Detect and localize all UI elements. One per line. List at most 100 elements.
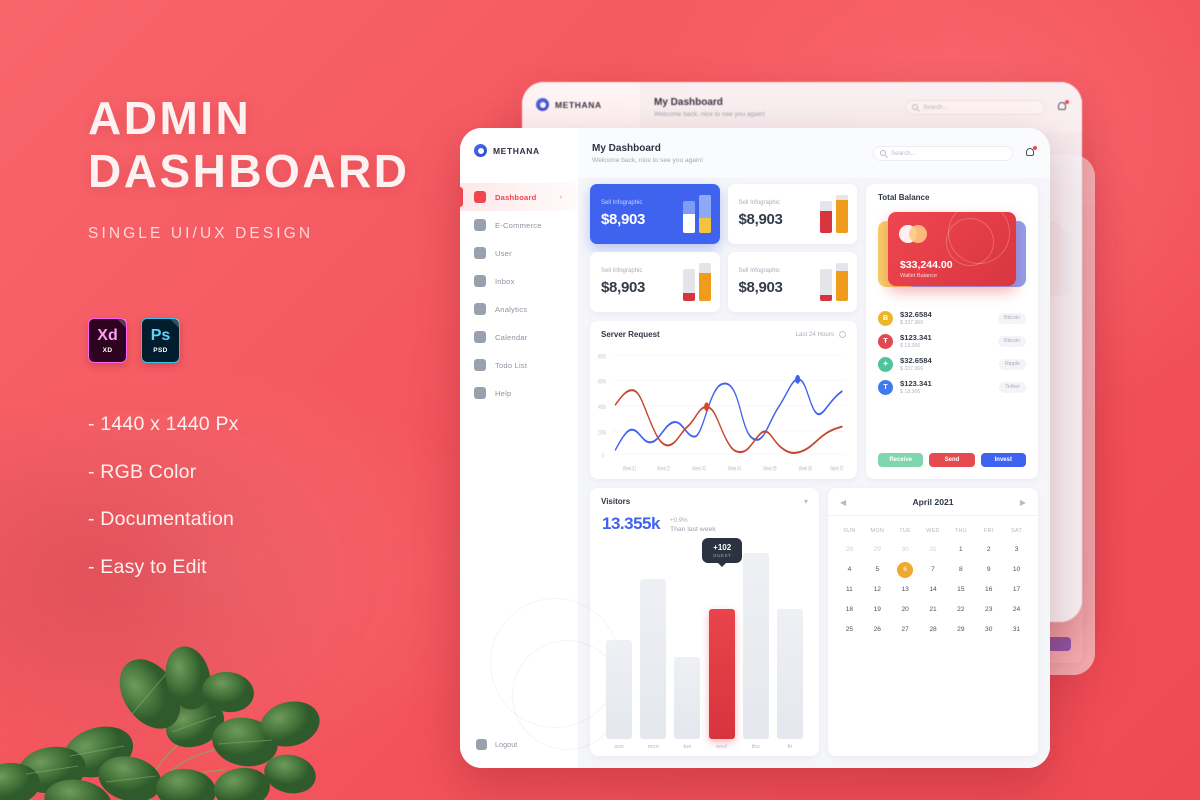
search-input[interactable]: Search... bbox=[873, 145, 1013, 161]
calendar-day[interactable]: 9 bbox=[975, 560, 1002, 579]
calendar-day[interactable]: 26 bbox=[864, 620, 891, 639]
invest-button[interactable]: Invest bbox=[980, 453, 1026, 467]
bar-column[interactable]: fri bbox=[775, 534, 805, 750]
chevron-down-icon[interactable]: ▾ bbox=[804, 497, 808, 506]
calendar-day[interactable]: 25 bbox=[836, 620, 863, 639]
calendar-day[interactable]: 13 bbox=[892, 580, 919, 599]
calendar-day[interactable]: 12 bbox=[864, 580, 891, 599]
bar-column[interactable]: tue bbox=[672, 534, 702, 750]
bar-column[interactable]: mon bbox=[638, 534, 668, 750]
mail-icon bbox=[474, 275, 486, 287]
sidebar-item-label: Todo List bbox=[495, 360, 528, 370]
calendar-day[interactable]: 29 bbox=[947, 620, 974, 639]
calendar-day[interactable]: 21 bbox=[920, 600, 947, 619]
checklist-icon bbox=[474, 359, 486, 371]
credit-card-primary[interactable]: $33,244.00 Wallet Balance bbox=[888, 212, 1016, 286]
bar-column[interactable]: thu bbox=[741, 534, 771, 750]
svg-text:Week 01: Week 01 bbox=[623, 466, 637, 473]
chevron-right-icon[interactable]: ▶ bbox=[1020, 498, 1026, 507]
chevron-right-icon: › bbox=[559, 193, 562, 201]
calendar-day[interactable]: 31 bbox=[1003, 620, 1030, 639]
sidebar-item-inbox[interactable]: Inbox bbox=[460, 267, 578, 295]
sidebar-item-user[interactable]: User bbox=[460, 239, 578, 267]
stat-card[interactable]: Sell Infographic $8,903 bbox=[727, 184, 857, 244]
calendar-day[interactable]: 29 bbox=[864, 540, 891, 559]
calendar-day[interactable]: 28 bbox=[920, 620, 947, 639]
logout-label: Logout bbox=[495, 740, 518, 749]
adobe-ps-label: PSD bbox=[153, 346, 168, 354]
calendar-month-label: April 2021 bbox=[912, 497, 954, 507]
calendar-day[interactable]: 3 bbox=[1003, 540, 1030, 559]
stat-card-label: Sell Infographic bbox=[601, 268, 643, 274]
calendar-day[interactable]: 7 bbox=[920, 560, 947, 579]
calendar-day[interactable]: 16 bbox=[975, 580, 1002, 599]
sidebar: METHANA Dashboard › E-Commerce User Inbo… bbox=[460, 128, 622, 768]
calendar-day[interactable]: 1 bbox=[947, 540, 974, 559]
calendar-day[interactable]: 20 bbox=[892, 600, 919, 619]
calendar-day[interactable]: 30 bbox=[892, 540, 919, 559]
sidebar-item-label: Inbox bbox=[495, 276, 515, 286]
bar-column[interactable]: sun bbox=[604, 534, 634, 750]
stat-card[interactable]: Sell Infographic $8,903 bbox=[590, 252, 720, 312]
brand-logo[interactable]: METHANA bbox=[460, 128, 578, 157]
calendar-day[interactable]: 2 bbox=[975, 540, 1002, 559]
server-request-panel: Server Request Last 24 Hours 800k 600k 4… bbox=[590, 321, 857, 479]
sell-infographic-grid: Sell Infographic $8,903 Sell Infographic… bbox=[590, 184, 857, 312]
sidebar-item-analytics[interactable]: Analytics bbox=[460, 295, 578, 323]
logo-icon bbox=[536, 98, 549, 111]
calendar-day[interactable]: 28 bbox=[836, 540, 863, 559]
search-placeholder: Search... bbox=[891, 149, 916, 157]
calendar-day[interactable]: 31 bbox=[920, 540, 947, 559]
range-label[interactable]: Last 24 Hours bbox=[795, 331, 834, 338]
sidebar-item-e-commerce[interactable]: E-Commerce bbox=[460, 211, 578, 239]
calendar-day[interactable]: 8 bbox=[947, 560, 974, 579]
send-button[interactable]: Send bbox=[929, 453, 975, 467]
panel-title: Total Balance bbox=[878, 193, 930, 202]
calendar-day[interactable]: 17 bbox=[1003, 580, 1030, 599]
promo-title-line2: DASHBOARD bbox=[88, 145, 410, 198]
calendar-day[interactable]: 19 bbox=[864, 600, 891, 619]
calendar-day[interactable]: 4 bbox=[836, 560, 863, 579]
adobe-photoshop-icon: Ps PSD bbox=[141, 318, 180, 363]
sidebar-item-calendar[interactable]: Calendar bbox=[460, 323, 578, 351]
calendar-day-selected[interactable]: 6 bbox=[892, 560, 919, 579]
list-item[interactable]: Ŧ $123.341 $ 13.366 Bitcoin bbox=[878, 333, 1026, 349]
calendar-day[interactable]: 23 bbox=[975, 600, 1002, 619]
calendar-day[interactable]: 11 bbox=[836, 580, 863, 599]
coin-tag: Bitcoin bbox=[998, 312, 1026, 324]
calendar-day[interactable]: 30 bbox=[975, 620, 1002, 639]
sidebar-item-help[interactable]: Help bbox=[460, 379, 578, 407]
calendar-day[interactable]: 14 bbox=[920, 580, 947, 599]
list-item[interactable]: T $123.341 $ 13.366 Tether bbox=[878, 379, 1026, 395]
calendar-day[interactable]: 15 bbox=[947, 580, 974, 599]
visitors-tooltip: +102 GUEST bbox=[702, 538, 743, 563]
user-icon bbox=[474, 247, 486, 259]
calendar-day[interactable]: 5 bbox=[864, 560, 891, 579]
receive-button[interactable]: Receive bbox=[878, 453, 924, 467]
sidebar-nav: Dashboard › E-Commerce User Inbox Analyt… bbox=[460, 183, 578, 407]
coin-list: Ƀ $32.6584 $ 337.366 Bitcoin Ŧ $123.341 … bbox=[866, 302, 1038, 395]
list-item[interactable]: Ƀ $32.6584 $ 337.366 Bitcoin bbox=[878, 310, 1026, 326]
clock-icon[interactable] bbox=[839, 331, 846, 338]
stat-card[interactable]: Sell Infographic $8,903 bbox=[727, 252, 857, 312]
sidebar-item-todo-list[interactable]: Todo List bbox=[460, 351, 578, 379]
calendar-day[interactable]: 10 bbox=[1003, 560, 1030, 579]
chevron-left-icon[interactable]: ◀ bbox=[840, 498, 846, 507]
calendar-grid: SUN MON TUE WED THU FRI SAT 28 29 30 31 bbox=[828, 516, 1038, 647]
sidebar-item-dashboard[interactable]: Dashboard › bbox=[460, 183, 578, 211]
format-badges: Xd XD Ps PSD bbox=[88, 318, 180, 363]
sidebar-item-label: Dashboard bbox=[495, 192, 537, 202]
stat-card-label: Sell Infographic bbox=[738, 200, 780, 206]
calendar-dow: THU bbox=[954, 528, 967, 534]
calendar-day[interactable]: 22 bbox=[947, 600, 974, 619]
calendar-day[interactable]: 24 bbox=[1003, 600, 1030, 619]
list-item[interactable]: ✦ $32.6584 $ 337.366 Ripple bbox=[878, 356, 1026, 372]
svg-text:Week 05: Week 05 bbox=[763, 466, 777, 473]
stat-card[interactable]: Sell Infographic $8,903 bbox=[590, 184, 720, 244]
notification-bell-icon[interactable] bbox=[1024, 146, 1037, 159]
sidebar-item-label: Analytics bbox=[495, 304, 528, 314]
calendar-day[interactable]: 18 bbox=[836, 600, 863, 619]
sidebar-item-label: E-Commerce bbox=[495, 220, 542, 230]
calendar-day[interactable]: 27 bbox=[892, 620, 919, 639]
calendar-dow: SUN bbox=[843, 528, 856, 534]
